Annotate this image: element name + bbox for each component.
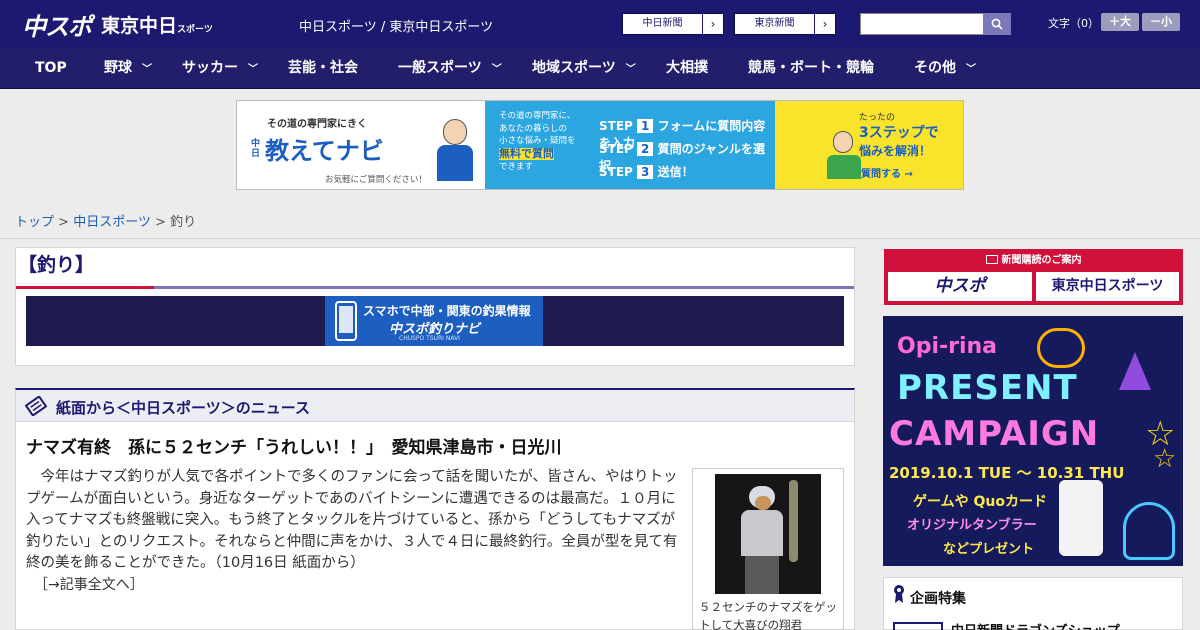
subscribe-chuspo-button[interactable]: 中スポ <box>888 272 1032 301</box>
oshiete-navi-ad-banner[interactable]: その道の専門家にきく 中日 教えてナビ お気軽にご質問ください！ その道の専門家… <box>236 100 964 190</box>
logo-chuspo[interactable]: 中スポ <box>22 7 92 42</box>
nav-item-general-sports[interactable]: 一般スポーツ ﹀ <box>398 48 502 89</box>
nav-item-sumo[interactable]: 大相撲 <box>666 48 708 89</box>
ask-question-cta[interactable]: 質問する → <box>861 165 913 180</box>
logo-tokyo-chunichi[interactable]: 東京中日スポーツ <box>101 11 213 38</box>
nav-item-entertainment[interactable]: 芸能・社会 <box>288 48 358 89</box>
article-title[interactable]: ナマズ有終 孫に５２センチ「うれしい！！」 愛知県津島市・日光川 <box>26 433 562 458</box>
newspaper-icon <box>25 396 47 416</box>
font-smaller-button[interactable]: －小 <box>1142 13 1180 31</box>
divider <box>16 286 154 289</box>
ad-brand-panel: その道の専門家にきく 中日 教えてナビ お気軽にご質問ください！ <box>237 101 485 189</box>
feature-item-link[interactable]: 中日新聞ドラゴンズショップ <box>951 620 1120 630</box>
breadcrumb: トップ > 中日スポーツ > 釣り <box>15 215 197 230</box>
font-bigger-button[interactable]: ＋大 <box>1101 13 1139 31</box>
read-more-link[interactable]: ［→記事全文へ］ <box>34 574 144 594</box>
ghost-icon <box>1123 502 1175 560</box>
nav-item-others[interactable]: その他 ﹀ <box>914 48 976 89</box>
chevron-down-icon: ﹀ <box>491 64 502 75</box>
nav-item-local-sports[interactable]: 地域スポーツ ﹀ <box>532 48 636 89</box>
breadcrumb-section[interactable]: 中日スポーツ <box>73 215 151 230</box>
article-summary: 今年はナマズ釣りが人気で各ポイントで多くのファンに会って話を聞いたが、皆さん、や… <box>26 469 678 571</box>
laptop-person-illustration <box>825 129 861 185</box>
subscribe-tokyo-button[interactable]: 東京中日スポーツ <box>1036 272 1179 301</box>
site-logo[interactable]: 中スポ 東京中日スポーツ <box>22 7 213 42</box>
breadcrumb-home[interactable]: トップ <box>15 215 54 230</box>
site-title: 中日スポーツ / 東京中日スポーツ <box>299 20 494 35</box>
photo-caption: ５２センチのナマズをゲットして大喜びの翔君 <box>699 600 837 630</box>
divider <box>0 238 1200 239</box>
chevron-right-icon: › <box>822 17 828 31</box>
businessman-illustration <box>435 119 475 181</box>
nav-item-top[interactable]: TOP <box>35 48 67 89</box>
ad-cta-panel: たったの 3ステップで 悩みを解消！ 質問する → <box>775 101 963 189</box>
search-button[interactable] <box>983 13 1011 35</box>
ad-steps-panel: その道の専門家に、 あなたの暮らしの 小さな悩み・疑問を 無料で質問 できます … <box>485 101 775 189</box>
nav-item-racing[interactable]: 競馬・ボート・競輪 <box>748 48 874 89</box>
feature-title: 企画特集 <box>910 591 966 607</box>
search-input[interactable] <box>860 13 984 35</box>
search-icon <box>991 18 1003 30</box>
star-icon: ☆ <box>1153 444 1177 474</box>
smartphone-icon <box>335 301 357 341</box>
category-title: 【釣り】 <box>18 254 95 276</box>
chevron-down-icon: ﹀ <box>966 64 976 75</box>
tsuri-navi-banner-inner[interactable]: スマホで中部・関東の釣果情報 中スポ釣りナビ CHUSPO TSURI NAVI <box>325 296 543 346</box>
global-nav: TOP 野球 ﹀ サッカー ﹀ 芸能・社会 一般スポーツ ﹀ 地域スポーツ ﹀ 大相撲 … <box>0 48 1200 89</box>
chevron-down-icon: ﹀ <box>625 64 636 75</box>
article-photo[interactable] <box>715 474 821 594</box>
chevron-down-icon: ﹀ <box>248 64 258 75</box>
chunichi-shimbun-link[interactable]: 中日新聞 › <box>622 13 724 35</box>
nav-item-baseball[interactable]: 野球 ﹀ <box>104 48 152 89</box>
tumbler-image <box>1059 480 1103 556</box>
chevron-right-icon: › <box>710 17 716 31</box>
breadcrumb-current: 釣り <box>170 215 197 230</box>
subscription-title: 新聞購読のご案内 <box>884 251 1183 266</box>
font-size-label: 文字（0） <box>1048 17 1099 30</box>
newspaper-icon <box>985 255 998 264</box>
site-header: 中スポ 東京中日スポーツ 中日スポーツ / 東京中日スポーツ 中日新聞 › 東京… <box>0 0 1200 48</box>
award-ribbon-icon <box>894 585 904 603</box>
present-campaign-banner[interactable]: ☆ ☆ Opi-rina PRESENT CAMPAIGN 2019.10.1 … <box>883 316 1183 566</box>
chevron-down-icon: ﹀ <box>142 64 152 75</box>
witch-hat-icon <box>1119 352 1151 390</box>
nav-item-soccer[interactable]: サッカー ﹀ <box>182 48 258 89</box>
divider <box>154 286 854 289</box>
news-section-title: 紙面から＜中日スポーツ＞のニュース <box>56 399 310 417</box>
tokyo-shimbun-link[interactable]: 東京新聞 › <box>734 13 836 35</box>
pumpkin-icon <box>1037 328 1085 368</box>
feature-thumbnail[interactable] <box>893 622 943 630</box>
